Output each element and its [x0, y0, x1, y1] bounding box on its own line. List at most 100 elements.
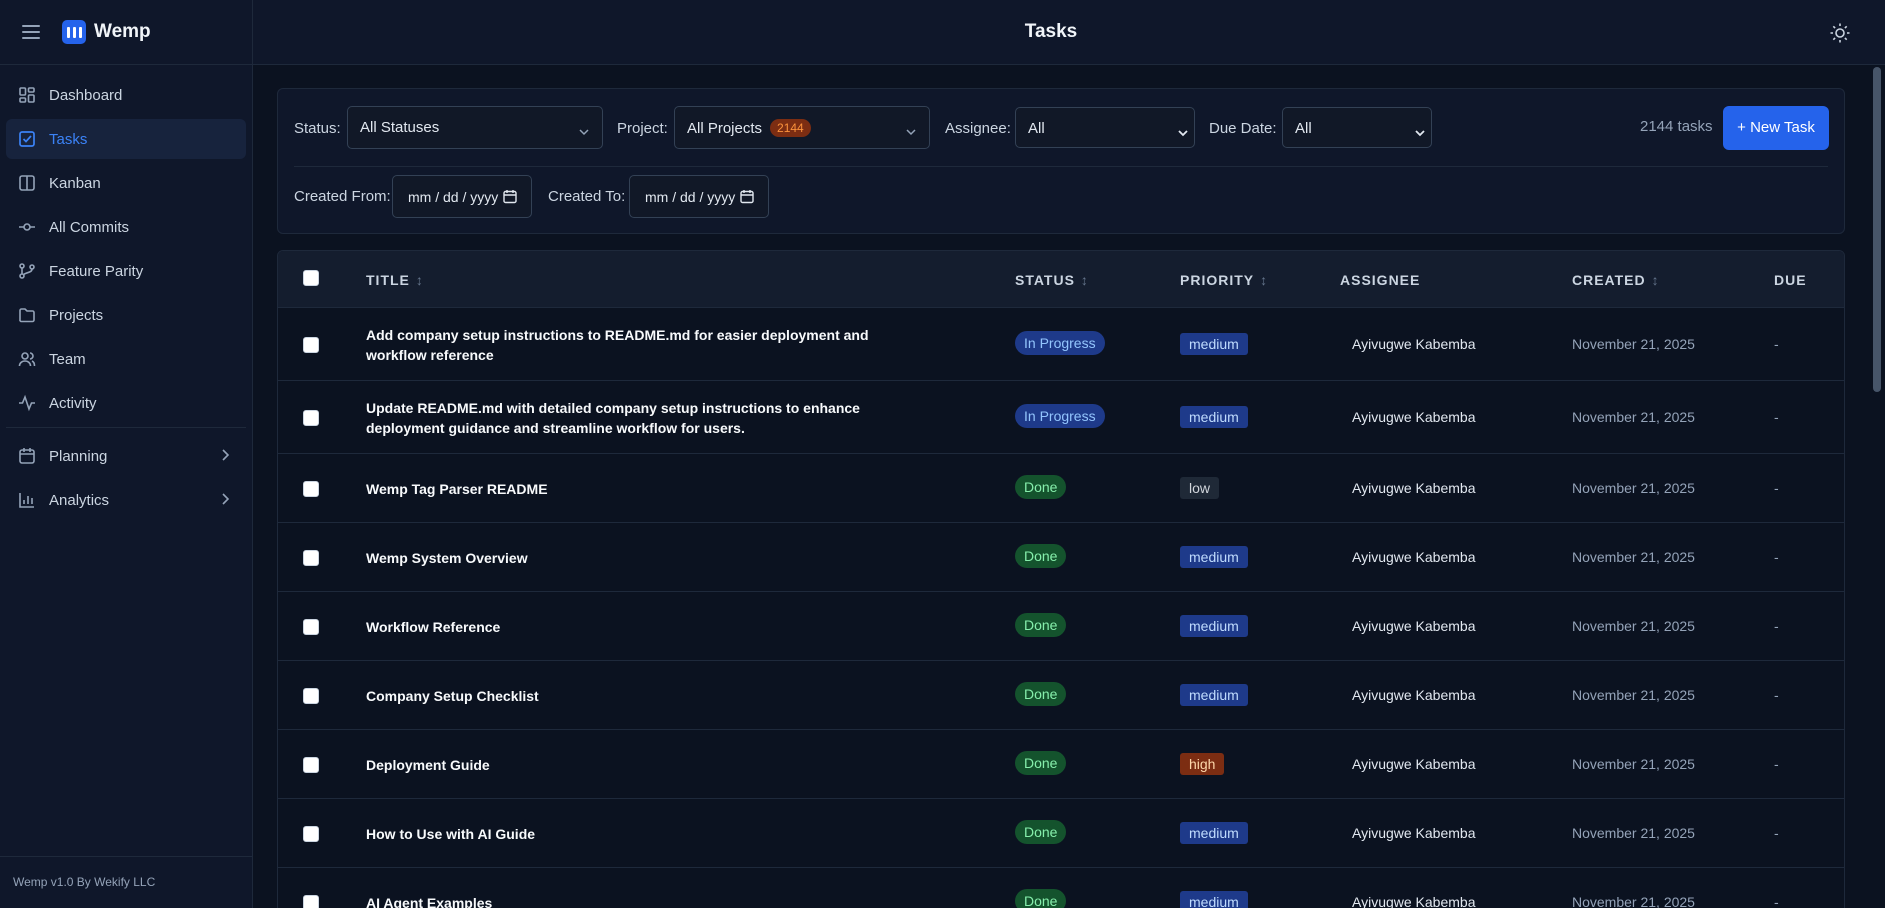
task-title[interactable]: AI Agent Examples [366, 893, 886, 908]
sidebar-item-all-commits[interactable]: All Commits [6, 207, 246, 247]
row-checkbox[interactable] [303, 619, 319, 635]
task-title[interactable]: Wemp Tag Parser README [366, 479, 886, 499]
table-row[interactable]: AI Agent Examples Done medium Ayivugwe Kabe… [278, 868, 1844, 908]
table-row[interactable]: Deployment Guide Done high Ayivugwe Kabemba… [278, 730, 1844, 799]
priority-badge: medium [1180, 333, 1248, 355]
branch-icon [18, 262, 36, 280]
project-select[interactable]: All Projects 2144 [674, 106, 930, 149]
chevron-down-icon [1415, 124, 1425, 141]
due-date: - [1774, 336, 1779, 352]
status-badge: Done [1015, 889, 1067, 908]
due-date: - [1774, 825, 1779, 841]
table-row[interactable]: Update README.md with detailed company s… [278, 381, 1844, 454]
tasks-table: TITLE ↕ STATUS ↕ PRIORITY ↕ ASSIGNEE CREATE… [277, 250, 1845, 908]
row-checkbox[interactable] [303, 895, 319, 908]
calendar-icon[interactable] [503, 189, 517, 207]
sidebar-group-label: Analytics [49, 491, 110, 509]
new-task-button[interactable]: + New Task [1723, 106, 1829, 150]
row-checkbox[interactable] [303, 550, 319, 566]
task-title[interactable]: Workflow Reference [366, 617, 886, 637]
row-checkbox[interactable] [303, 688, 319, 704]
status-select-value: All Statuses [360, 119, 440, 136]
sidebar-divider [6, 427, 246, 428]
column-priority[interactable]: PRIORITY ↕ [1180, 272, 1267, 288]
task-count: 2144 tasks [1640, 118, 1713, 135]
row-checkbox[interactable] [303, 826, 319, 842]
table-row[interactable]: Wemp Tag Parser README Done low Ayivugwe Ka… [278, 454, 1844, 523]
filter-divider [294, 166, 1828, 167]
assignee-name: Ayivugwe Kabemba [1352, 687, 1476, 703]
filter-panel: Status: All Statuses Project: All Projec… [277, 88, 1845, 234]
assignee-name: Ayivugwe Kabemba [1352, 825, 1476, 841]
sidebar-group-planning[interactable]: Planning [6, 436, 246, 476]
priority-badge: medium [1180, 546, 1248, 568]
priority-badge: medium [1180, 822, 1248, 844]
column-title[interactable]: TITLE ↕ [366, 272, 423, 288]
table-row[interactable]: Workflow Reference Done medium Ayivugwe Kab… [278, 592, 1844, 661]
created-date: November 21, 2025 [1572, 687, 1695, 703]
sidebar-item-label: Kanban [49, 174, 101, 192]
assignee-name: Ayivugwe Kabemba [1352, 409, 1476, 425]
status-badge: Done [1015, 613, 1067, 637]
column-status-label: STATUS [1015, 272, 1075, 288]
status-badge: In Progress [1015, 331, 1105, 355]
sidebar-item-label: Dashboard [49, 86, 123, 104]
row-checkbox[interactable] [303, 337, 319, 353]
logo-icon [62, 20, 86, 44]
project-filter-label: Project: [617, 120, 668, 137]
activity-icon [18, 394, 36, 412]
sidebar-item-kanban[interactable]: Kanban [6, 163, 246, 203]
status-badge: In Progress [1015, 404, 1105, 428]
assignee-name: Ayivugwe Kabemba [1352, 480, 1476, 496]
task-title[interactable]: Wemp System Overview [366, 548, 886, 568]
column-created[interactable]: CREATED ↕ [1572, 272, 1659, 288]
task-title[interactable]: Add company setup instructions to README… [366, 325, 886, 365]
sidebar-group-analytics[interactable]: Analytics [6, 480, 246, 520]
status-select[interactable]: All Statuses [347, 106, 603, 149]
sort-icon: ↕ [1651, 272, 1659, 288]
priority-badge: medium [1180, 406, 1248, 428]
due-date-select[interactable]: All [1282, 107, 1432, 148]
table-row[interactable]: Wemp System Overview Done medium Ayivugwe K… [278, 523, 1844, 592]
bar-chart-icon [18, 491, 36, 509]
top-header: Tasks [253, 0, 1885, 65]
row-checkbox[interactable] [303, 757, 319, 773]
sidebar-item-label: Activity [49, 394, 97, 412]
sidebar-item-team[interactable]: Team [6, 339, 246, 379]
sidebar-item-feature-parity[interactable]: Feature Parity [6, 251, 246, 291]
calendar-icon[interactable] [740, 189, 754, 207]
sidebar-item-projects[interactable]: Projects [6, 295, 246, 335]
table-row[interactable]: Company Setup Checklist Done medium Ayivugw… [278, 661, 1844, 730]
sidebar-nav: Dashboard Tasks Kanban All Commits Featu… [0, 65, 252, 534]
sidebar-item-dashboard[interactable]: Dashboard [6, 75, 246, 115]
project-count-badge: 2144 [770, 119, 811, 137]
task-title[interactable]: How to Use with AI Guide [366, 824, 886, 844]
menu-icon[interactable] [22, 25, 40, 39]
row-checkbox[interactable] [303, 410, 319, 426]
task-title[interactable]: Company Setup Checklist [366, 686, 886, 706]
assignee-name: Ayivugwe Kabemba [1352, 618, 1476, 634]
team-icon [18, 350, 36, 368]
page-scrollbar[interactable] [1869, 65, 1885, 908]
theme-toggle-sun-icon[interactable] [1829, 22, 1851, 44]
sidebar-footer: Wemp v1.0 By Wekify LLC [0, 856, 252, 908]
created-to-input[interactable]: mm / dd / yyyy [629, 175, 769, 218]
due-date: - [1774, 409, 1779, 425]
select-all-checkbox[interactable] [303, 270, 319, 286]
task-title[interactable]: Deployment Guide [366, 755, 886, 775]
due-date-filter-label: Due Date: [1209, 120, 1277, 137]
created-from-label: Created From: [294, 188, 391, 205]
column-status[interactable]: STATUS ↕ [1015, 272, 1088, 288]
chevron-right-icon [220, 492, 230, 510]
created-from-input[interactable]: mm / dd / yyyy [392, 175, 532, 218]
due-date-select-value: All [1295, 120, 1312, 137]
table-row[interactable]: Add company setup instructions to README… [278, 308, 1844, 381]
created-date: November 21, 2025 [1572, 894, 1695, 908]
row-checkbox[interactable] [303, 481, 319, 497]
scrollbar-thumb[interactable] [1873, 67, 1881, 392]
task-title[interactable]: Update README.md with detailed company s… [366, 398, 886, 438]
sidebar-item-activity[interactable]: Activity [6, 383, 246, 423]
table-row[interactable]: How to Use with AI Guide Done medium Ayivug… [278, 799, 1844, 868]
sidebar-item-tasks[interactable]: Tasks [6, 119, 246, 159]
assignee-select[interactable]: All [1015, 107, 1195, 148]
